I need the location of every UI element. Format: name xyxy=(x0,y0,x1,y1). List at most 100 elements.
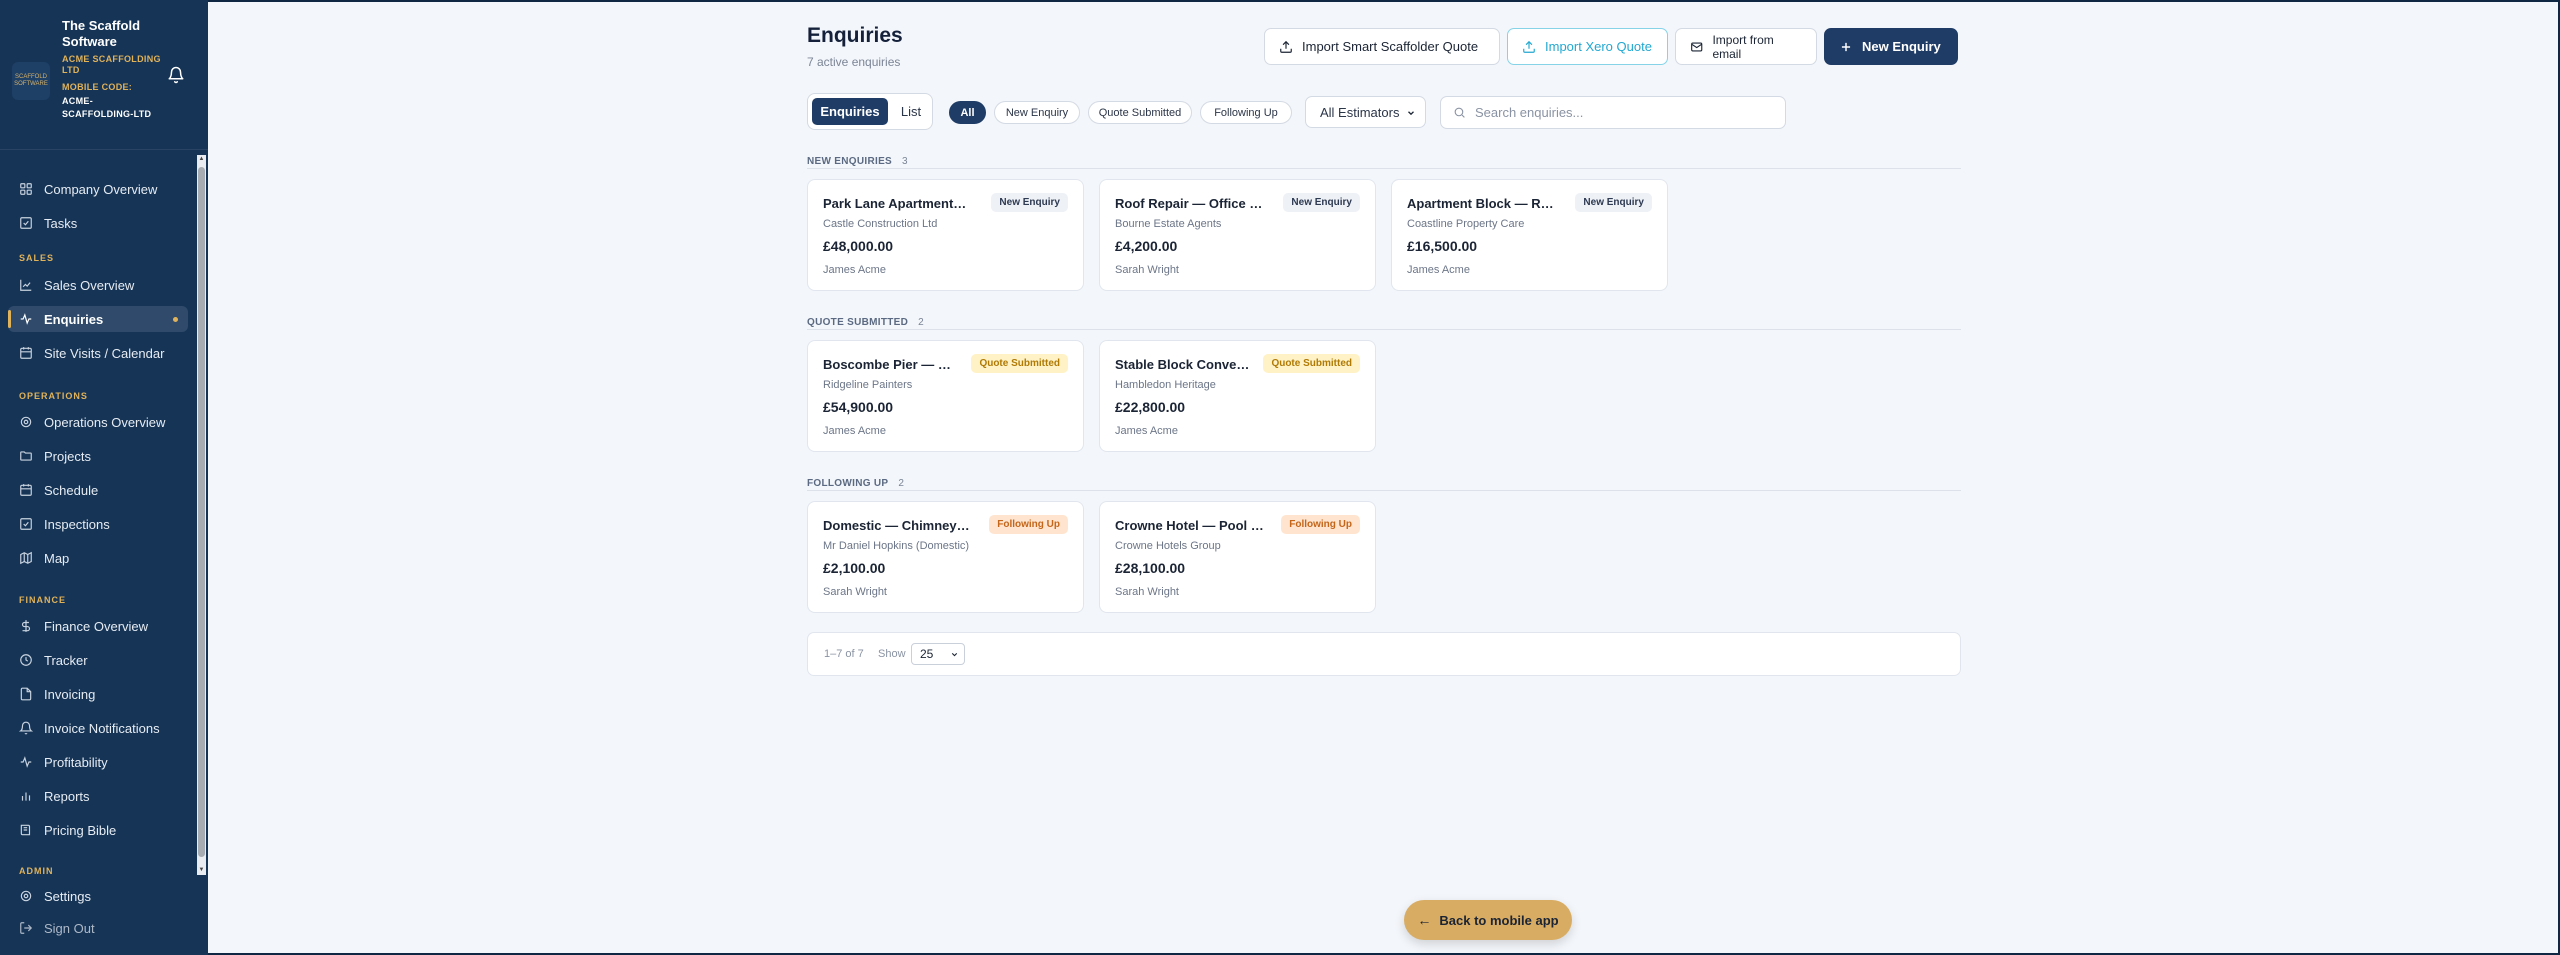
group-count: 2 xyxy=(918,317,925,328)
sidebar-item-label: Company Overview xyxy=(44,181,158,197)
view-toggle-list[interactable]: List xyxy=(894,98,928,125)
sidebar-item-tracker[interactable]: Tracker xyxy=(8,647,188,673)
sidebar-item-finance-overview[interactable]: Finance Overview xyxy=(8,613,188,639)
button-label: Import Xero Quote xyxy=(1545,39,1652,54)
mail-icon xyxy=(1691,42,1703,51)
card-amount: £2,100.00 xyxy=(823,560,886,576)
sidebar-item-reports[interactable]: Reports xyxy=(8,783,188,809)
status-badge: New Enquiry xyxy=(1575,193,1652,212)
group-label-new-enquiries: NEW ENQUIRIES 3 xyxy=(807,156,908,167)
enquiry-card[interactable]: Stable Block Conversion Quote Submitted … xyxy=(1099,340,1376,452)
card-client: Bourne Estate Agents xyxy=(1115,218,1222,230)
card-estimator: James Acme xyxy=(823,425,886,437)
sidebar-item-enquiries[interactable]: Enquiries xyxy=(8,306,188,332)
app-name: The Scaffold Software xyxy=(62,18,141,49)
filter-chip-all[interactable]: All xyxy=(949,101,986,124)
page-size-select[interactable]: 25 xyxy=(911,643,965,665)
card-title: Crowne Hotel — Pool Roof xyxy=(1115,518,1265,533)
sidebar-item-inspections[interactable]: Inspections xyxy=(8,511,188,537)
card-client: Ridgeline Painters xyxy=(823,379,913,391)
sidebar-item-sales-overview[interactable]: Sales Overview xyxy=(8,272,188,298)
group-divider xyxy=(807,490,1961,491)
status-badge: Following Up xyxy=(1281,515,1360,534)
estimator-select[interactable]: All Estimators xyxy=(1305,96,1426,128)
sidebar-item-label: Map xyxy=(44,550,70,566)
section-label-finance: FINANCE xyxy=(19,595,66,605)
sidebar-item-invoice-notifications[interactable]: Invoice Notifications xyxy=(8,715,188,741)
sidebar-nav: Company Overview Tasks SALES Sales Overv… xyxy=(0,155,197,876)
filter-chip-quote-submitted[interactable]: Quote Submitted xyxy=(1088,101,1192,124)
sidebar-item-label: Invoice Notifications xyxy=(44,720,160,736)
enquiry-card[interactable]: Domestic — Chimney + Roof Following Up M… xyxy=(807,501,1084,613)
card-amount: £48,000.00 xyxy=(823,238,894,254)
section-label-operations: OPERATIONS xyxy=(19,391,88,401)
view-toggle-enquiries[interactable]: Enquiries xyxy=(812,98,888,125)
back-to-mobile-app-button[interactable]: ← Back to mobile app xyxy=(1404,900,1572,940)
sidebar-item-schedule[interactable]: Schedule xyxy=(8,477,188,503)
enquiry-card[interactable]: Crowne Hotel — Pool Roof Following Up Cr… xyxy=(1099,501,1376,613)
card-amount: £22,800.00 xyxy=(1115,399,1186,415)
page-size-label: Show xyxy=(878,648,906,660)
sidebar: SCAFFOLD SOFTWARE The Scaffold Software … xyxy=(0,0,208,955)
scrollbar-thumb[interactable] xyxy=(198,167,205,857)
sidebar-item-tasks[interactable]: Tasks xyxy=(8,210,188,236)
enquiry-card[interactable]: Roof Repair — Office Front New Enquiry B… xyxy=(1099,179,1376,291)
section-label-admin: ADMIN xyxy=(19,866,54,876)
search-input[interactable] xyxy=(1475,105,1775,120)
sidebar-item-sign-out[interactable]: Sign Out xyxy=(8,915,188,941)
bar-chart-icon xyxy=(21,792,31,801)
checkbox-icon xyxy=(20,518,32,530)
page-subtitle: 7 active enquiries xyxy=(807,55,901,69)
enquiry-card[interactable]: Park Lane Apartments — Full Scaffold New… xyxy=(807,179,1084,291)
sidebar-item-profitability[interactable]: Profitability xyxy=(8,749,188,775)
card-title: Domestic — Chimney + Roof xyxy=(823,518,973,533)
scroll-up-arrow-icon[interactable]: ▲ xyxy=(198,156,205,163)
activity-icon xyxy=(20,756,32,768)
sidebar-item-site-visits[interactable]: Site Visits / Calendar xyxy=(8,340,188,366)
map-icon xyxy=(20,551,32,565)
sidebar-item-settings[interactable]: Settings xyxy=(8,883,188,909)
gear-icon xyxy=(20,890,32,902)
new-enquiry-button[interactable]: New Enquiry xyxy=(1824,28,1958,65)
enquiry-card[interactable]: Boscombe Pier — Repaint Quote Submitted … xyxy=(807,340,1084,452)
import-smart-scaffolder-button[interactable]: Import Smart Scaffolder Quote xyxy=(1264,28,1500,65)
sidebar-item-label: Inspections xyxy=(44,516,110,532)
import-email-button[interactable]: Import from email xyxy=(1675,28,1817,65)
card-estimator: James Acme xyxy=(1407,264,1470,276)
search-icon xyxy=(1454,107,1465,118)
sidebar-scrollbar[interactable]: ▲ ▼ xyxy=(197,155,206,875)
bell-icon[interactable] xyxy=(167,66,185,84)
calendar-icon xyxy=(20,484,32,496)
sidebar-item-pricing-bible[interactable]: Pricing Bible xyxy=(8,817,188,843)
card-amount: £28,100.00 xyxy=(1115,560,1186,576)
dollar-icon xyxy=(21,620,31,632)
sidebar-item-operations-overview[interactable]: Operations Overview xyxy=(8,409,188,435)
sidebar-item-label: Projects xyxy=(44,448,91,464)
enquiry-card[interactable]: Apartment Block — Repairs New Enquiry Co… xyxy=(1391,179,1668,291)
file-icon xyxy=(20,687,32,701)
import-xero-button[interactable]: Import Xero Quote xyxy=(1507,28,1668,65)
pagination-bar: 1–7 of 7 Show 25 xyxy=(807,632,1961,676)
filter-chip-new-enquiry[interactable]: New Enquiry xyxy=(994,101,1080,124)
page-size-value: 25 xyxy=(920,647,934,661)
status-badge: Following Up xyxy=(989,515,1068,534)
group-divider xyxy=(807,329,1961,330)
sign-out-icon xyxy=(20,922,33,934)
status-badge: New Enquiry xyxy=(1283,193,1360,212)
chevron-down-icon xyxy=(951,652,958,657)
card-title: Roof Repair — Office Front xyxy=(1115,196,1265,211)
sidebar-item-label: Settings xyxy=(44,888,91,904)
card-client: Hambledon Heritage xyxy=(1115,379,1216,391)
filter-chip-following-up[interactable]: Following Up xyxy=(1200,101,1292,124)
sidebar-item-invoicing[interactable]: Invoicing xyxy=(8,681,188,707)
card-client: Mr Daniel Hopkins (Domestic) xyxy=(823,540,970,552)
group-title: NEW ENQUIRIES xyxy=(807,156,893,167)
arrow-left-icon: ← xyxy=(1417,912,1432,928)
estimator-select-value: All Estimators xyxy=(1320,104,1400,120)
scroll-down-arrow-icon[interactable]: ▼ xyxy=(198,867,205,874)
clock-icon xyxy=(20,654,32,666)
sidebar-item-projects[interactable]: Projects xyxy=(8,443,188,469)
sidebar-item-map[interactable]: Map xyxy=(8,545,188,571)
sidebar-item-company-overview[interactable]: Company Overview xyxy=(8,176,188,202)
card-title: Park Lane Apartments — Full Scaffold xyxy=(823,196,973,211)
